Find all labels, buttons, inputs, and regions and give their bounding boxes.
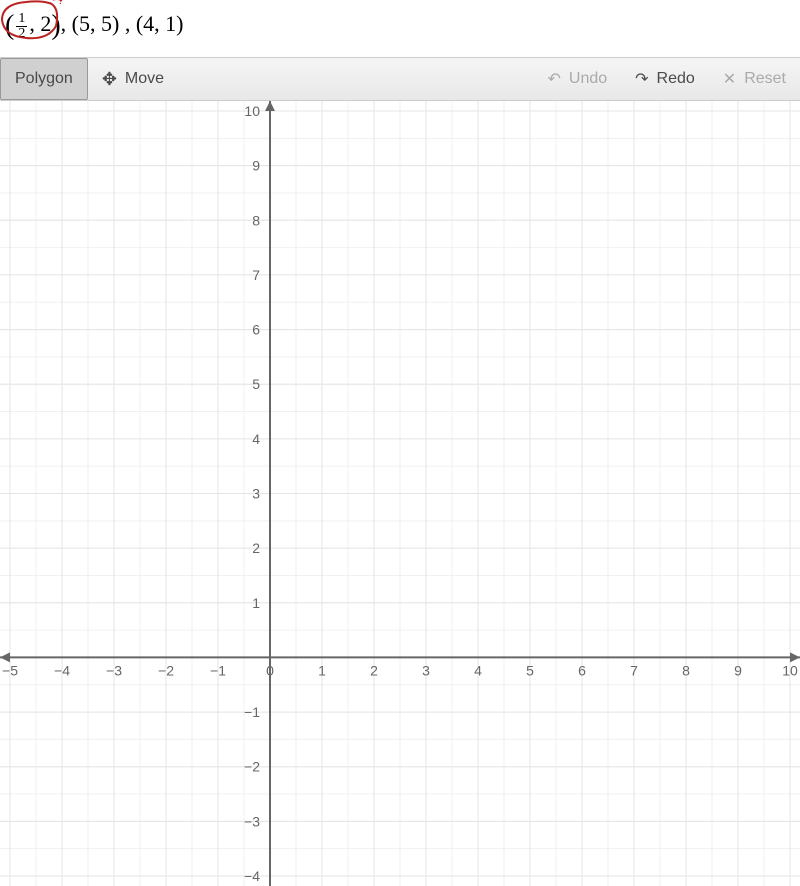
svg-text:1: 1 bbox=[252, 595, 260, 611]
polygon-tool-button[interactable]: Polygon bbox=[0, 58, 88, 100]
svg-text:6: 6 bbox=[252, 322, 260, 338]
svg-text:8: 8 bbox=[682, 662, 690, 678]
reset-label: Reset bbox=[744, 70, 786, 88]
svg-text:−4: −4 bbox=[54, 662, 70, 678]
undo-icon: ↶ bbox=[547, 69, 560, 89]
svg-text:4: 4 bbox=[474, 662, 482, 678]
svg-text:7: 7 bbox=[630, 662, 638, 678]
frac-den: 2 bbox=[16, 27, 27, 41]
undo-button[interactable]: ↶ Undo bbox=[533, 58, 621, 100]
move-tool-button[interactable]: ✥ Move bbox=[88, 58, 178, 100]
point3: (4, 1) bbox=[136, 11, 184, 36]
graph-svg: −5 −4 −3 −2 −1 0 1 2 3 4 5 6 7 8 9 10 −4 −3 −2 −1 1 2 3 4 5 6 7 8 9 1… bbox=[0, 101, 800, 886]
frac-num: 1 bbox=[16, 12, 27, 27]
close-icon: ✕ bbox=[723, 69, 736, 89]
redo-icon: ↷ bbox=[635, 69, 648, 89]
redo-label: Redo bbox=[657, 70, 695, 88]
move-icon: ✥ bbox=[102, 69, 117, 90]
svg-text:4: 4 bbox=[252, 431, 260, 447]
svg-text:10: 10 bbox=[244, 103, 260, 119]
point1-y: 2 bbox=[40, 11, 51, 36]
svg-text:3: 3 bbox=[252, 486, 260, 502]
svg-text:−1: −1 bbox=[210, 662, 226, 678]
svg-text:2: 2 bbox=[252, 540, 260, 556]
svg-text:1: 1 bbox=[318, 662, 326, 678]
svg-text:−2: −2 bbox=[158, 662, 174, 678]
svg-text:−3: −3 bbox=[244, 813, 260, 829]
polygon-tool-label: Polygon bbox=[15, 70, 73, 88]
svg-text:−4: −4 bbox=[244, 868, 260, 884]
svg-text:9: 9 bbox=[252, 158, 260, 174]
point2: (5, 5) bbox=[72, 11, 120, 36]
svg-text:0: 0 bbox=[266, 662, 274, 678]
svg-text:?: ? bbox=[58, 0, 63, 7]
redo-button[interactable]: ↷ Redo bbox=[621, 58, 709, 100]
svg-text:5: 5 bbox=[526, 662, 534, 678]
undo-label: Undo bbox=[569, 70, 607, 88]
svg-text:6: 6 bbox=[578, 662, 586, 678]
svg-text:−3: −3 bbox=[106, 662, 122, 678]
coordinate-graph[interactable]: −5 −4 −3 −2 −1 0 1 2 3 4 5 6 7 8 9 10 −4 −3 −2 −1 1 2 3 4 5 6 7 8 9 1… bbox=[0, 101, 800, 886]
svg-text:−5: −5 bbox=[2, 662, 18, 678]
svg-text:9: 9 bbox=[734, 662, 742, 678]
svg-text:5: 5 bbox=[252, 376, 260, 392]
svg-text:2: 2 bbox=[370, 662, 378, 678]
coordinates-formula: ? (12, 2), (5, 5) , (4, 1) bbox=[0, 0, 800, 57]
svg-text:7: 7 bbox=[252, 267, 260, 283]
svg-text:−2: −2 bbox=[244, 759, 260, 775]
graph-toolbar: Polygon ✥ Move ↶ Undo ↷ Redo ✕ Reset bbox=[0, 57, 800, 101]
svg-text:10: 10 bbox=[782, 662, 798, 678]
svg-text:3: 3 bbox=[422, 662, 430, 678]
reset-button[interactable]: ✕ Reset bbox=[709, 58, 800, 100]
svg-text:−1: −1 bbox=[244, 704, 260, 720]
move-tool-label: Move bbox=[125, 70, 164, 88]
svg-text:8: 8 bbox=[252, 212, 260, 228]
